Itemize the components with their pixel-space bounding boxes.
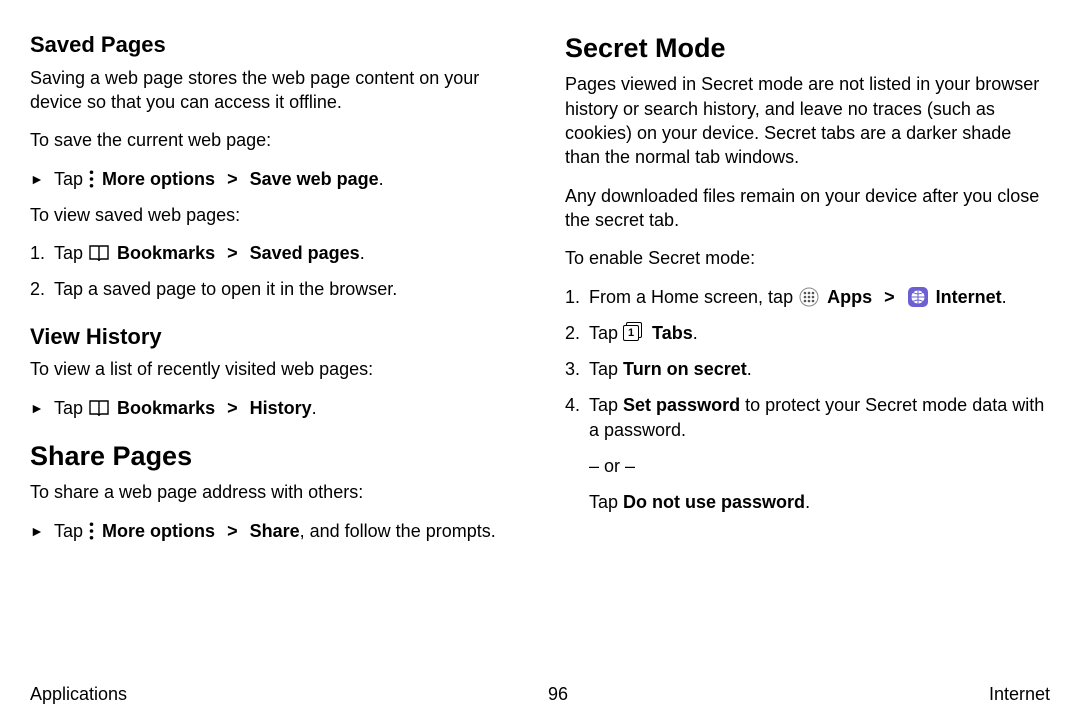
to-save-label: To save the current web page: (30, 128, 515, 152)
right-column: Secret Mode Pages viewed in Secret mode … (565, 30, 1050, 670)
internet-icon (908, 287, 928, 307)
arrow-icon: ► (30, 519, 54, 543)
bookmarks-icon (89, 245, 109, 261)
or-divider: – or – (589, 454, 1050, 478)
footer-left: Applications (30, 682, 127, 706)
heading-view-history: View History (30, 322, 515, 352)
history-step: ► Tap Bookmarks > History. (30, 396, 515, 420)
footer: Applications 96 Internet (30, 682, 1050, 706)
share-desc: To share a web page address with others: (30, 480, 515, 504)
secret-step2: 2. Tap 1 Tabs. (565, 321, 1050, 345)
arrow-icon: ► (30, 396, 54, 420)
more-options-icon (89, 522, 94, 540)
view-saved-step2: 2. Tap a saved page to open it in the br… (30, 277, 515, 301)
secret-step3: 3. Tap Turn on secret. (565, 357, 1050, 381)
to-view-label: To view saved web pages: (30, 203, 515, 227)
secret-desc1: Pages viewed in Secret mode are not list… (565, 72, 1050, 169)
secret-step4b: Tap Do not use password. (589, 490, 1050, 514)
arrow-icon: ► (30, 167, 54, 191)
bookmarks-icon (89, 400, 109, 416)
view-saved-step1: 1. Tap Bookmarks > Saved pages. (30, 241, 515, 265)
heading-secret-mode: Secret Mode (565, 30, 1050, 66)
saved-desc: Saving a web page stores the web page co… (30, 66, 515, 115)
page-number: 96 (548, 682, 568, 706)
secret-step1: 1. From a Home screen, tap Apps > Intern… (565, 285, 1050, 309)
more-options-icon (89, 170, 94, 188)
secret-step4: 4. Tap Set password to protect your Secr… (565, 393, 1050, 442)
left-column: Saved Pages Saving a web page stores the… (30, 30, 515, 670)
footer-right: Internet (989, 682, 1050, 706)
share-step: ► Tap More options > Share, and follow t… (30, 519, 515, 543)
secret-desc2: Any downloaded files remain on your devi… (565, 184, 1050, 233)
secret-enable-label: To enable Secret mode: (565, 246, 1050, 270)
heading-saved-pages: Saved Pages (30, 30, 515, 60)
save-step: ► Tap More options > Save web page. (30, 167, 515, 191)
tabs-icon: 1 (623, 324, 645, 342)
history-desc: To view a list of recently visited web p… (30, 357, 515, 381)
apps-icon (799, 287, 819, 307)
heading-share-pages: Share Pages (30, 438, 515, 474)
